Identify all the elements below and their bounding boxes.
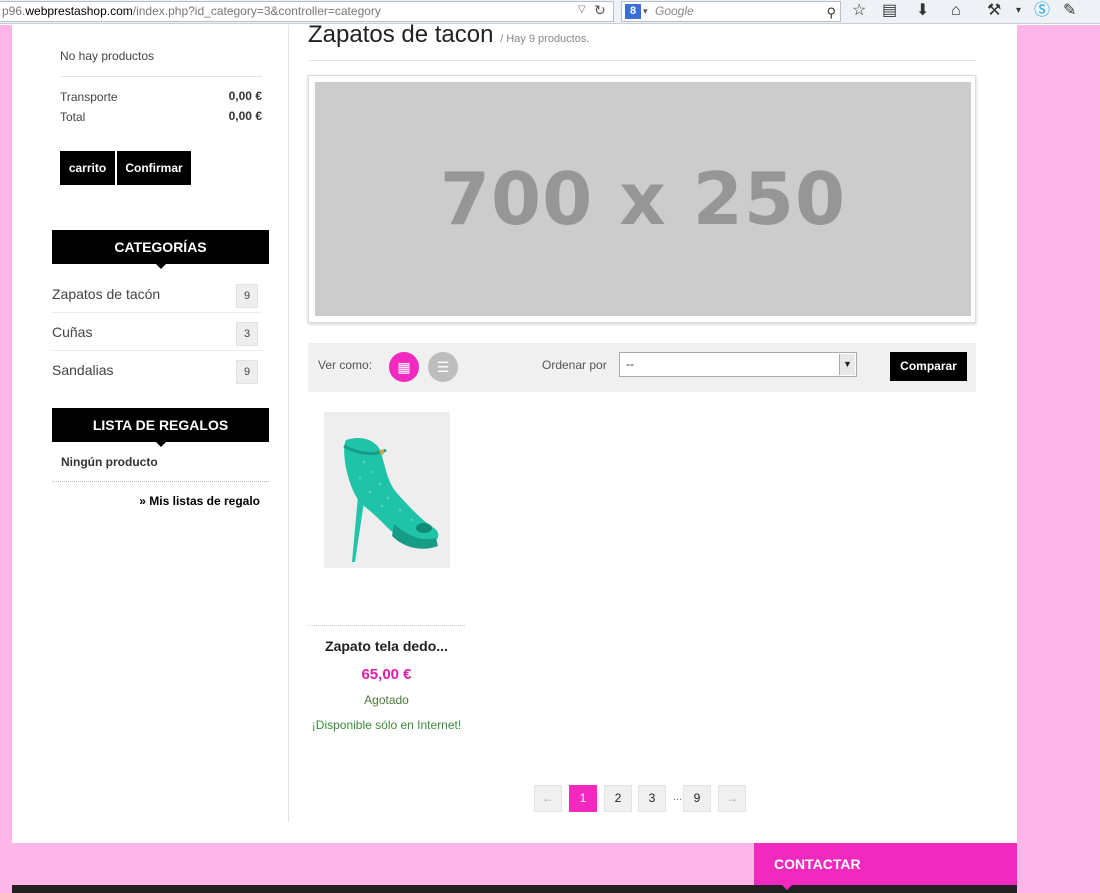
search-bar[interactable]: 8 ▾ Google ⚲ — [621, 1, 841, 22]
product-price: 65,00 € — [361, 666, 412, 683]
skype-icon[interactable]: Ⓢ — [1034, 1, 1050, 21]
pagination-page-3[interactable]: 3 — [638, 785, 666, 812]
download-icon[interactable]: ⬇ — [916, 1, 929, 21]
cart-empty-text: No hay productos — [60, 49, 155, 63]
compare-button[interactable]: Comparar — [890, 352, 967, 381]
pagination-next-button[interactable]: → — [718, 785, 746, 812]
gift-list-title: LISTA DE REGALOS — [52, 408, 269, 447]
gift-list-divider — [52, 481, 269, 482]
pagination-page-1[interactable]: 1 — [569, 785, 597, 812]
pagination-page-9[interactable]: 9 — [683, 785, 711, 812]
pagination-page-2[interactable]: 2 — [604, 785, 632, 812]
category-count: 9 — [236, 284, 258, 308]
search-icon[interactable]: ⚲ — [826, 3, 836, 22]
sort-label: Ordenar por — [542, 358, 607, 372]
cart-total-value: 0,00 € — [228, 109, 262, 123]
url-path: /index.php?id_category=3&controller=cate… — [132, 4, 381, 18]
categories-title: CATEGORÍAS — [52, 230, 269, 269]
addon-icon[interactable]: ✎ — [1063, 1, 1076, 21]
cart-button[interactable]: carrito — [60, 151, 115, 185]
heading-divider — [308, 60, 976, 61]
bookmark-star-icon[interactable]: ☆ — [852, 1, 866, 21]
gift-lists-link[interactable]: » Mis listas de regalo — [52, 494, 260, 508]
product-image[interactable] — [324, 412, 450, 568]
product-card[interactable]: Zapato tela dedo... 65,00 € Agotado ¡Dis… — [308, 404, 465, 744]
grid-icon: ▦ — [397, 359, 411, 375]
view-as-label: Ver como: — [318, 358, 373, 372]
home-icon[interactable]: ⌂ — [951, 1, 961, 21]
url-prefix: p96. — [2, 4, 26, 18]
page-background-right — [1017, 25, 1100, 893]
bookmarks-list-icon[interactable]: ▤ — [882, 1, 897, 21]
menu-dropdown-icon[interactable]: ▾ — [1016, 1, 1021, 21]
address-bar[interactable]: p96.webprestashop.com/index.php?id_categ… — [0, 1, 614, 22]
sort-select-value: -- — [626, 357, 634, 371]
product-count-text: / Hay 9 productos. — [500, 33, 590, 45]
history-dropdown-icon[interactable]: ▽ — [578, 4, 586, 15]
online-only-label: ¡Disponible sólo en Internet! — [311, 718, 462, 732]
product-name[interactable]: Zapato tela dedo... — [308, 638, 465, 654]
sort-select[interactable]: -- ▼ — [619, 352, 857, 377]
list-view-button[interactable]: ☰ — [428, 352, 458, 382]
category-name[interactable]: Sandalias — [52, 362, 114, 378]
search-placeholder: Google — [655, 4, 694, 18]
pagination-prev-button: ← — [534, 785, 562, 812]
category-item-cunas[interactable]: Cuñas 3 — [52, 313, 262, 351]
reload-icon[interactable]: ↻ — [594, 2, 606, 19]
grid-view-button[interactable]: ▦ — [389, 352, 419, 382]
category-banner-image: 700 x 250 — [315, 82, 971, 316]
list-icon: ☰ — [436, 359, 450, 375]
cart-shipping-label: Transporte — [60, 90, 118, 104]
cart-total-label: Total — [60, 110, 86, 124]
product-shoe-picture — [324, 412, 450, 568]
category-item-sandalias[interactable]: Sandalias 9 — [52, 351, 262, 389]
product-toolbar: Ver como: ▦ ☰ Ordenar por -- ▼ Comparar — [308, 343, 976, 392]
category-heading: Zapatos de tacon / Hay 9 productos. — [308, 21, 589, 49]
category-title: Zapatos de tacon — [308, 21, 494, 48]
product-divider — [308, 625, 465, 626]
category-banner-frame: 700 x 250 — [308, 75, 976, 323]
search-engine-dropdown-icon[interactable]: ▾ — [643, 2, 648, 21]
category-name[interactable]: Cuñas — [52, 324, 92, 340]
page-background-left — [0, 25, 12, 893]
dropdown-arrow-icon[interactable]: ▼ — [839, 354, 855, 375]
product-availability: Agotado — [364, 693, 409, 707]
pagination-ellipsis: ... — [673, 791, 683, 803]
url-host: webprestashop.com — [25, 4, 133, 18]
cart-shipping-value: 0,00 € — [228, 89, 262, 103]
category-item-zapatos-de-tacon[interactable]: Zapatos de tacón 9 — [52, 275, 262, 313]
gift-list-empty-text: Ningún producto — [61, 455, 158, 469]
category-count: 9 — [236, 360, 258, 384]
category-name[interactable]: Zapatos de tacón — [52, 286, 160, 302]
search-engine-icon[interactable]: 8 — [625, 4, 641, 19]
contact-tab[interactable]: CONTACTAR — [754, 843, 1017, 890]
confirm-button[interactable]: Confirmar — [117, 151, 191, 185]
footer-dark-strip — [12, 885, 1017, 893]
cart-divider — [60, 76, 262, 77]
tools-icon[interactable]: ⚒ — [987, 1, 1001, 21]
category-count: 3 — [236, 322, 258, 346]
